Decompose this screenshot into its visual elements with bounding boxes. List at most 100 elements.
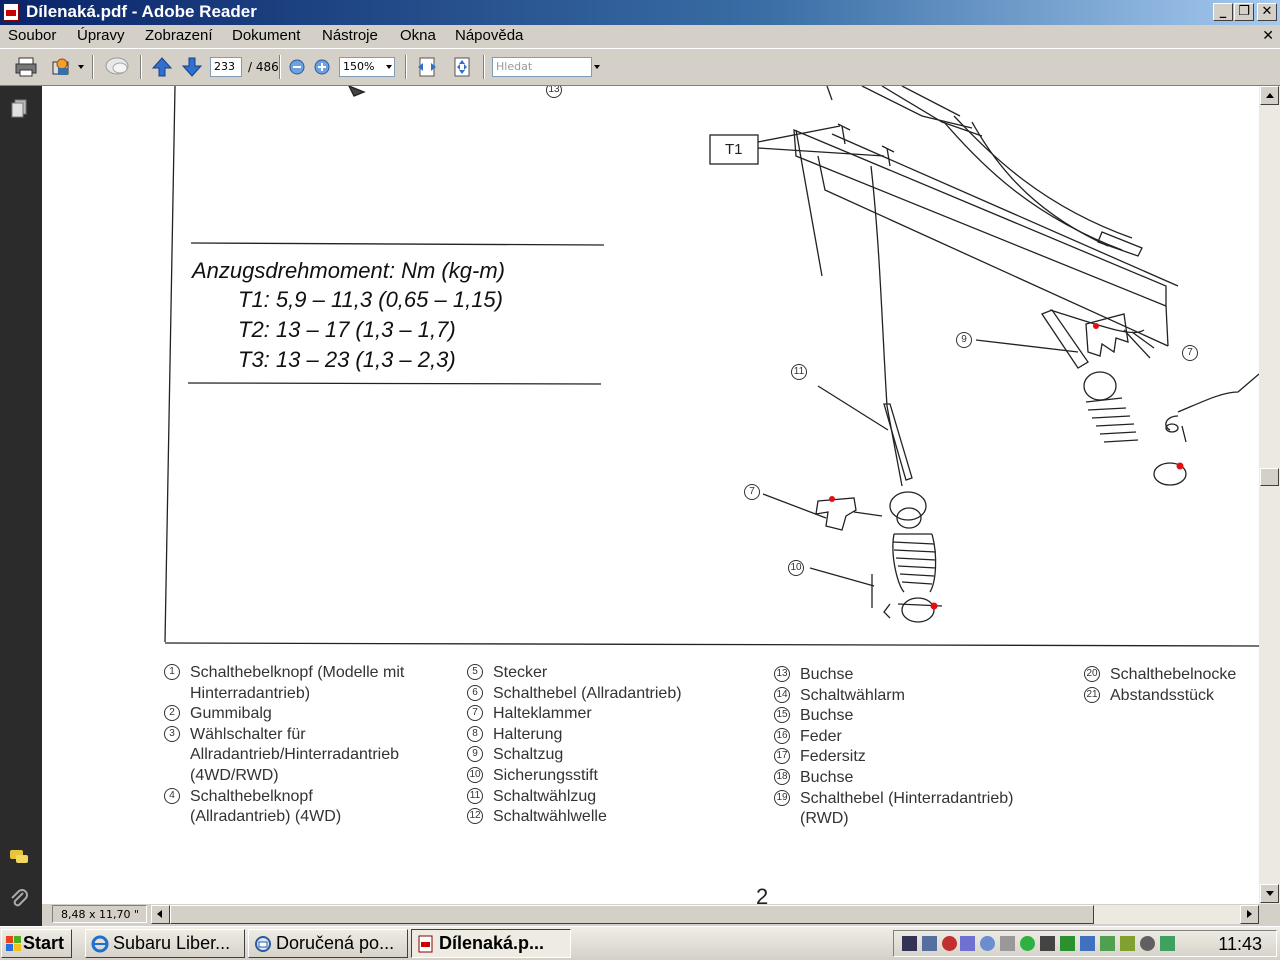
- legend-number: 14: [774, 686, 790, 703]
- zoom-out-icon[interactable]: [289, 59, 305, 75]
- legend-text: Wählschalter für: [190, 725, 306, 743]
- attachments-icon[interactable]: [8, 888, 30, 910]
- legend-text: (4WD/RWD): [190, 766, 279, 784]
- settings-tray-icon[interactable]: [1140, 936, 1155, 951]
- scroll-thumb[interactable]: [1260, 468, 1279, 486]
- comments-icon[interactable]: [8, 846, 30, 868]
- device-tray-icon[interactable]: [1040, 936, 1055, 951]
- legend-number: 6: [467, 684, 483, 701]
- legend-item: 2 Gummibalg: [164, 704, 404, 725]
- legend-number: 16: [774, 727, 790, 744]
- taskbar: Start Subaru Liber... Doručená po... Díl…: [0, 926, 1280, 960]
- title-bar: Dílenaká.pdf - Adobe Reader _ ❐ ✕: [0, 0, 1280, 25]
- windows-update-tray-icon[interactable]: [1080, 936, 1095, 951]
- legend-text: Halteklammer: [493, 705, 592, 723]
- legend-text: Buchse: [800, 768, 854, 786]
- menu-upravy[interactable]: Úpravy: [77, 27, 125, 44]
- callout-7-upper: 7: [1182, 345, 1198, 361]
- scroll-up-button[interactable]: [1260, 86, 1279, 105]
- document-view[interactable]: 2 T1 13 9 7 11 7 10 Anzugsdrehmoment: Nm…: [42, 86, 1259, 904]
- search-dropdown-icon[interactable]: [594, 65, 600, 69]
- scroll-right-button[interactable]: [1240, 905, 1259, 924]
- legend-number: 7: [467, 705, 483, 722]
- legend-text: Schaltwählzug: [493, 787, 597, 805]
- legend-item: 4 Schalthebelknopf: [164, 787, 404, 808]
- menu-soubor[interactable]: Soubor: [8, 27, 56, 44]
- legend-text: (RWD): [800, 810, 849, 828]
- network-error-tray-icon[interactable]: [960, 936, 975, 951]
- play-tray-icon[interactable]: [1060, 936, 1075, 951]
- fit-width-icon[interactable]: [416, 56, 438, 78]
- menu-napoveda[interactable]: Nápověda: [455, 27, 523, 44]
- restore-button[interactable]: ❐: [1234, 3, 1254, 21]
- legend-item-continuation: Allradantrieb/Hinterradantrieb: [164, 745, 404, 766]
- task-browser[interactable]: Subaru Liber...: [85, 929, 245, 958]
- legend-number: 21: [1084, 686, 1100, 703]
- legend-text: Feder: [800, 727, 842, 745]
- page-number-input[interactable]: 233: [210, 57, 242, 77]
- document-close-icon[interactable]: ✕: [1262, 28, 1274, 44]
- start-button[interactable]: Start: [1, 929, 72, 958]
- menu-zobrazeni[interactable]: Zobrazení: [145, 27, 213, 44]
- legend-number: 15: [774, 707, 790, 724]
- search-tray-icon[interactable]: [980, 936, 995, 951]
- pages-icon[interactable]: [8, 98, 30, 120]
- callout-7-lower: 7: [744, 484, 760, 500]
- legend-item: 10 Sicherungsstift: [467, 766, 682, 787]
- zoom-in-icon[interactable]: [314, 59, 330, 75]
- antivirus-tray-icon[interactable]: [942, 936, 957, 951]
- vertical-scrollbar[interactable]: [1259, 86, 1280, 904]
- legend-text: Buchse: [800, 707, 854, 725]
- task-label: Subaru Liber...: [113, 933, 231, 953]
- toolbar-separator: [483, 55, 485, 79]
- share-icon[interactable]: [50, 56, 74, 78]
- sync-tray-icon[interactable]: [1160, 936, 1175, 951]
- legend-number: 10: [467, 766, 483, 783]
- network-tray-icon[interactable]: [1100, 936, 1115, 951]
- window-title: Dílenaká.pdf - Adobe Reader: [26, 2, 257, 21]
- scroll-down-button[interactable]: [1260, 884, 1279, 903]
- close-button[interactable]: ✕: [1257, 3, 1277, 21]
- legend-text: Schalthebelknopf (Modelle mit: [190, 664, 405, 681]
- page-total: / 486: [248, 60, 279, 74]
- horizontal-scroll-track[interactable]: [1094, 905, 1240, 924]
- legend-text: Abstandsstück: [1110, 686, 1215, 704]
- menu-dokument[interactable]: Dokument: [232, 27, 300, 44]
- legend-number: 11: [467, 787, 483, 804]
- print-icon[interactable]: [14, 56, 38, 78]
- previous-page-icon[interactable]: [151, 56, 173, 78]
- legend-item: 20 Schalthebelnocke: [1084, 665, 1236, 686]
- monitor-tray-icon[interactable]: [922, 936, 937, 951]
- fit-page-icon[interactable]: [451, 56, 473, 78]
- next-page-icon[interactable]: [181, 56, 203, 78]
- callout-10: 10: [788, 560, 804, 576]
- legend-text: (Allradantrieb) (4WD): [190, 808, 342, 826]
- nvidia-tray-icon[interactable]: [1120, 936, 1135, 951]
- share-dropdown-icon[interactable]: [78, 65, 84, 69]
- legend-item: 14 Schaltwählarm: [774, 686, 1013, 707]
- horizontal-scroll-thumb[interactable]: [170, 905, 1094, 924]
- task-adobe-reader[interactable]: Dílenaká.p...: [411, 929, 571, 958]
- legend-column-3: 13 Buchse 14 Schaltwählarm 15 Buchse 16 Fede…: [774, 665, 1013, 830]
- torque-line-t2: T2: 13 – 17 (1,3 – 1,7): [238, 317, 456, 342]
- comment-icon[interactable]: [104, 56, 130, 78]
- legend-number: 13: [774, 666, 790, 682]
- pdf-app-icon[interactable]: [3, 3, 19, 21]
- cs-tray-icon[interactable]: [902, 936, 917, 951]
- legend-item: 15 Buchse: [774, 706, 1013, 727]
- minimize-button[interactable]: _: [1213, 3, 1233, 21]
- legend-text: Schaltwählwelle: [493, 808, 607, 826]
- menu-okna[interactable]: Okna: [400, 27, 436, 44]
- status-tray-icon[interactable]: [1020, 936, 1035, 951]
- search-input[interactable]: Hledat: [492, 57, 592, 77]
- menu-nastroje[interactable]: Nástroje: [322, 27, 378, 44]
- torque-point-label: T1: [725, 141, 743, 158]
- status-bar: 8,48 x 11,70 ": [42, 904, 1280, 926]
- volume-tray-icon[interactable]: [1000, 936, 1015, 951]
- page-size-readout: 8,48 x 11,70 ": [52, 905, 147, 923]
- zoom-dropdown-icon[interactable]: [386, 65, 392, 69]
- legend-item: 19 Schalthebel (Hinterradantrieb): [774, 789, 1013, 810]
- task-mail[interactable]: Doručená po...: [248, 929, 408, 958]
- legend-text: Schaltzug: [493, 746, 564, 764]
- scroll-left-button[interactable]: [151, 905, 170, 924]
